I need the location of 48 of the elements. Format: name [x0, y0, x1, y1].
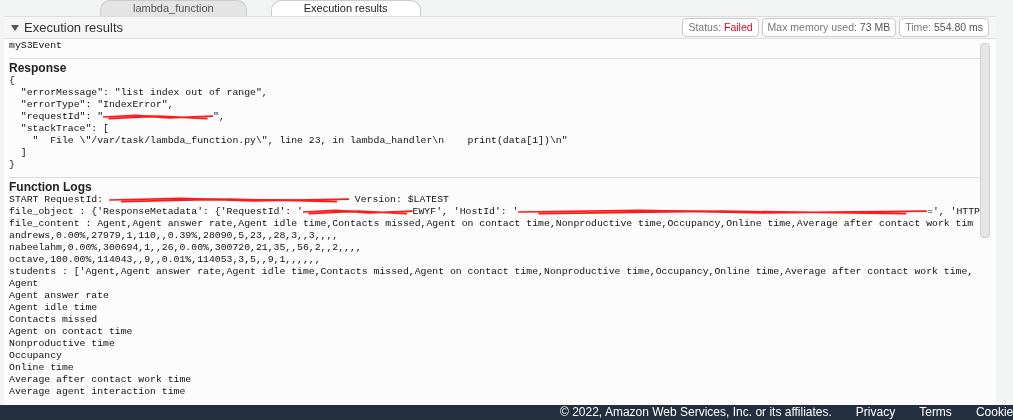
- redaction-scribble-icon: [108, 195, 349, 205]
- log-text: Agent on contact time: [9, 326, 133, 338]
- log-text: Average agent interaction time: [9, 386, 186, 398]
- log-text: nabeelahm,0.00%,300694,1,,26,0.00%,300720,21,35,,56,2,,2,,,,: [9, 242, 362, 254]
- log-text: " File \"/var/task/lambda_function.py\", line 23, in lambda_handler\n print(data[1])\n": [31, 135, 568, 147]
- log-text: EWYF', 'HostId': ': [412, 206, 519, 218]
- footer-link[interactable]: Terms: [919, 405, 952, 419]
- log-text: myS3Event: [9, 40, 62, 52]
- redaction-scribble-icon: [302, 207, 413, 217]
- log-text: file_content : Agent,Agent answer rate,Agent idle time,Contacts missed,Agent on contact time,Nonproductive time,Occupancy,Online time,Average after contact work tim: [9, 218, 974, 230]
- redaction-scribble-icon: [103, 112, 214, 122]
- log-text: {: [9, 75, 15, 87]
- log-text: ",: [213, 111, 225, 123]
- copyright-text: © 2022, Amazon Web Services, Inc. or its affiliates.: [560, 405, 832, 419]
- log-text: Average after contact work time: [9, 374, 192, 386]
- log-text: Agent answer rate: [9, 290, 109, 302]
- log-text: Nonproductive time: [9, 338, 115, 350]
- section-heading: Function Logs: [9, 180, 92, 194]
- log-text: "errorMessage": "list index out of range",: [19, 87, 268, 99]
- log-text: Version: $LATEST: [353, 194, 449, 206]
- log-text: "requestId": ": [19, 111, 104, 123]
- section-heading: Response: [9, 61, 68, 75]
- log-text: students : ['Agent,Agent answer rate,Agent idle time,Contacts missed,Agent on contact time,Nonproductive time,Occupancy,Online time,Average after contact work time,: [9, 266, 974, 278]
- log-text: Contacts missed: [9, 314, 98, 326]
- collapse-triangle-icon[interactable]: [11, 23, 19, 32]
- log-text: "errorType": "IndexError",: [19, 99, 174, 111]
- log-text: octave,100.00%,114043,,9,,0.01%,114053,3,5,,9,1,,,,,,: [9, 254, 321, 266]
- log-text: file_object : {'ResponseMetadata': {'RequestId': ': [9, 206, 303, 218]
- redaction-scribble-icon: [518, 207, 928, 217]
- log-text: Online time: [9, 362, 74, 374]
- log-text: }: [9, 159, 15, 171]
- tab[interactable]: Execution results: [270, 0, 421, 16]
- scrollbar-thumb[interactable]: [980, 43, 990, 238]
- log-text: Occupancy: [9, 350, 62, 362]
- footer-link[interactable]: Privacy: [855, 405, 896, 419]
- tab[interactable]: lambda_function: [100, 0, 247, 16]
- stat-badge: Time: 554.80 ms: [899, 17, 989, 38]
- log-text: ]: [19, 147, 27, 159]
- log-text: andrews,0.00%,27979,1,110,,0.39%,28090,5,23,,28,3,,3,,,,: [9, 230, 339, 242]
- log-text: START RequestId:: [9, 194, 105, 206]
- log-text: =', 'HTTP: [927, 206, 980, 218]
- stat-badge: Max memory used: 73 MB: [761, 17, 897, 38]
- panel-title: Execution results: [24, 18, 123, 37]
- footer-link[interactable]: Cookie: [975, 405, 1013, 419]
- log-text: Agent idle time: [9, 302, 98, 314]
- log-text: "stackTrace": [: [19, 123, 109, 135]
- log-text: Agent: [9, 278, 39, 290]
- stat-badge: Status: Failed: [682, 17, 759, 38]
